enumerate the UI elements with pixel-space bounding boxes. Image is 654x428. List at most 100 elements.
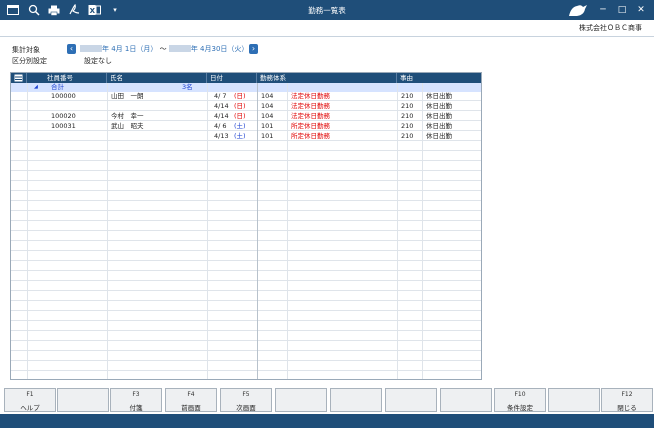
table-row[interactable] xyxy=(11,362,481,371)
column-header-name[interactable]: 氏名 xyxy=(107,73,207,83)
company-name: 株式会社ＯＢＣ商事 xyxy=(579,24,642,32)
table-row[interactable] xyxy=(11,372,481,379)
cell-name: 武山 昭夫 xyxy=(111,122,144,130)
period-label: 集計対象 xyxy=(12,46,40,54)
cell-reason-name: 休日出勤 xyxy=(426,92,452,100)
table-row[interactable] xyxy=(11,302,481,311)
app-logo-icon xyxy=(568,3,588,17)
total-count: 3名 xyxy=(182,83,193,91)
table-row[interactable] xyxy=(11,192,481,201)
column-divider xyxy=(27,83,28,379)
table-row[interactable] xyxy=(11,202,481,211)
close-button[interactable]: ✕ xyxy=(634,3,648,17)
fkey-empty[interactable] xyxy=(57,388,109,412)
work-list-grid[interactable]: 社員番号 氏名 日付 勤務体系 事由 ◢ 合計 3名 100000 山田 一朗 4/… xyxy=(10,72,482,380)
cell-employee-no: 100000 xyxy=(51,92,76,100)
fkey-label: 前画面 xyxy=(181,404,201,412)
period-end: 年 4月30日（火） xyxy=(190,45,249,53)
cell-date: 4/13 xyxy=(214,132,229,140)
fkey-label: ヘルプ xyxy=(20,404,40,412)
cell-weekday: (日) xyxy=(234,112,246,120)
maximize-button[interactable]: □ xyxy=(615,3,629,17)
column-settings-icon[interactable] xyxy=(11,73,27,83)
cell-date: 4/14 xyxy=(214,112,229,120)
cell-work-system-code: 104 xyxy=(261,102,274,110)
total-row[interactable]: ◢ 合計 3名 xyxy=(11,83,481,92)
fkey-label: 次画面 xyxy=(236,404,256,412)
column-header-date[interactable]: 日付 xyxy=(207,73,257,83)
section-value: 設定なし xyxy=(84,57,112,65)
table-row[interactable] xyxy=(11,312,481,321)
cell-weekday: (土) xyxy=(234,122,246,130)
cell-work-system-code: 104 xyxy=(261,112,274,120)
table-row[interactable]: 100000 山田 一朗 4/ 7 (日) 104 法定休日勤務 210 休日出勤 xyxy=(11,92,481,101)
fkey-empty[interactable] xyxy=(548,388,600,412)
cell-employee-no: 100031 xyxy=(51,122,76,130)
table-row[interactable] xyxy=(11,262,481,271)
fkey-empty[interactable] xyxy=(330,388,382,412)
column-divider xyxy=(397,83,398,379)
table-row[interactable]: 100020 今村 幸一 4/14 (日) 104 法定休日勤務 210 休日出勤 xyxy=(11,112,481,121)
period-range: 年 4月 1日（月） ～ 年 4月30日（火） xyxy=(80,44,248,54)
prev-period-button[interactable]: ‹ xyxy=(67,44,76,54)
cell-reason-name: 休日出勤 xyxy=(426,122,452,130)
table-row[interactable] xyxy=(11,352,481,361)
table-row[interactable] xyxy=(11,282,481,291)
cell-weekday: (土) xyxy=(234,132,246,140)
column-divider xyxy=(207,83,208,379)
minimize-button[interactable]: ─ xyxy=(596,3,610,17)
header-divider xyxy=(0,36,654,37)
fkey-f3[interactable]: F3 付箋 xyxy=(110,388,162,412)
table-row[interactable] xyxy=(11,182,481,191)
table-row[interactable] xyxy=(11,172,481,181)
table-row[interactable] xyxy=(11,142,481,151)
function-key-bar: F1 ヘルプ F3 付箋 F4 前画面 F5 次画面 F10 条件設定 F12 閉じる xyxy=(0,388,654,412)
cell-work-system-name: 所定休日勤務 xyxy=(291,132,330,140)
table-row[interactable] xyxy=(11,292,481,301)
fkey-number: F5 xyxy=(242,391,250,398)
fkey-f5[interactable]: F5 次画面 xyxy=(220,388,272,412)
cell-weekday: (日) xyxy=(234,92,246,100)
table-row[interactable] xyxy=(11,232,481,241)
fkey-number: F3 xyxy=(132,391,140,398)
cell-work-system-name: 法定休日勤務 xyxy=(291,112,330,120)
table-row[interactable]: 100031 武山 昭夫 4/ 6 (土) 101 所定休日勤務 210 休日出勤 xyxy=(11,122,481,131)
table-row[interactable] xyxy=(11,272,481,281)
window-title: 勤務一覧表 xyxy=(308,6,346,15)
cell-work-system-name: 所定休日勤務 xyxy=(291,122,330,130)
table-row[interactable] xyxy=(11,242,481,251)
fkey-f4[interactable]: F4 前画面 xyxy=(165,388,217,412)
cell-weekday: (日) xyxy=(234,102,246,110)
column-header-employee-no[interactable]: 社員番号 xyxy=(27,73,107,83)
cell-reason-code: 210 xyxy=(401,122,414,130)
table-row[interactable] xyxy=(11,162,481,171)
cell-reason-code: 210 xyxy=(401,92,414,100)
fkey-f10[interactable]: F10 条件設定 xyxy=(494,388,546,412)
fkey-label: 閉じる xyxy=(617,404,637,412)
table-row[interactable] xyxy=(11,252,481,261)
collapse-icon[interactable]: ◢ xyxy=(34,83,38,92)
table-row[interactable]: 4/14 (日) 104 法定休日勤務 210 休日出勤 xyxy=(11,102,481,111)
table-row[interactable] xyxy=(11,212,481,221)
table-row[interactable]: 4/13 (土) 101 所定休日勤務 210 休日出勤 xyxy=(11,132,481,141)
period-tilde: ～ xyxy=(159,45,167,53)
column-header-work-system[interactable]: 勤務体系 xyxy=(257,73,397,83)
table-row[interactable] xyxy=(11,222,481,231)
table-row[interactable] xyxy=(11,152,481,161)
table-row[interactable] xyxy=(11,342,481,351)
next-period-button[interactable]: › xyxy=(249,44,258,54)
cell-work-system-code: 101 xyxy=(261,132,274,140)
fkey-empty[interactable] xyxy=(275,388,327,412)
cell-reason-code: 210 xyxy=(401,102,414,110)
fkey-empty[interactable] xyxy=(440,388,492,412)
table-row[interactable] xyxy=(11,332,481,341)
fkey-f12[interactable]: F12 閉じる xyxy=(601,388,653,412)
fkey-number: F10 xyxy=(514,391,526,398)
fkey-f1[interactable]: F1 ヘルプ xyxy=(4,388,56,412)
cell-reason-name: 休日出勤 xyxy=(426,102,452,110)
column-header-reason[interactable]: 事由 xyxy=(397,73,481,83)
fkey-empty[interactable] xyxy=(385,388,437,412)
cell-work-system-code: 101 xyxy=(261,122,274,130)
cell-work-system-name: 法定休日勤務 xyxy=(291,92,330,100)
table-row[interactable] xyxy=(11,322,481,331)
